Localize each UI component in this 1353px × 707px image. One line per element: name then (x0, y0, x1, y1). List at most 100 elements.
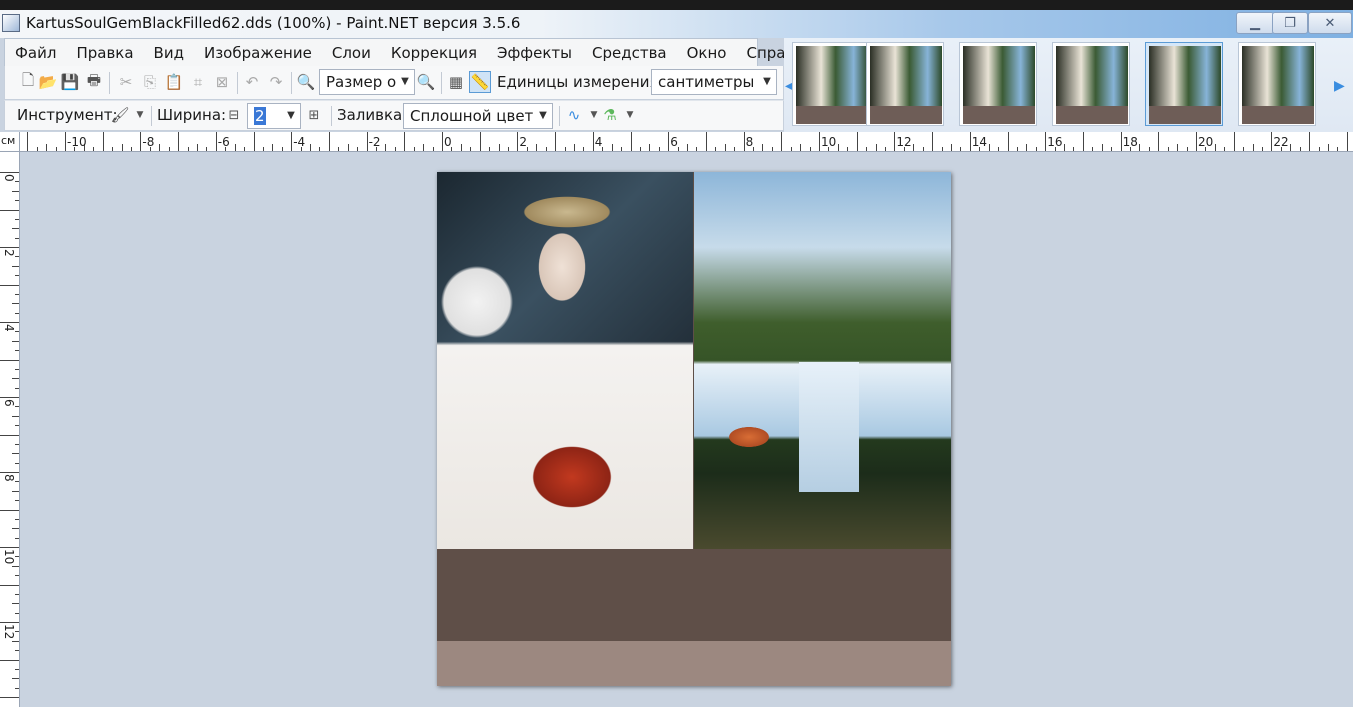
menu-layers[interactable]: Слои (322, 39, 381, 67)
image-thumbnail-active[interactable] (1145, 42, 1223, 126)
chevron-down-icon[interactable]: ▼ (619, 104, 641, 126)
scroll-right-icon[interactable]: ▶ (1334, 78, 1345, 94)
ruler-minor-tick (771, 147, 773, 151)
grid-icon[interactable]: ▦ (445, 71, 467, 93)
ruler-tick (1309, 132, 1311, 151)
ruler-tick (1271, 132, 1273, 151)
ruler-minor-tick (1101, 144, 1103, 151)
ruler-minor-tick (1073, 147, 1075, 151)
redo-icon[interactable]: ↷ (265, 71, 287, 93)
ruler-minor-tick (12, 490, 19, 492)
crop-icon[interactable]: ⌗ (187, 71, 209, 93)
new-file-icon[interactable]: 🗋 (17, 71, 39, 93)
ruler-minor-tick (1243, 147, 1245, 151)
cut-icon[interactable]: ✂ (115, 71, 137, 93)
ruler-minor-tick (15, 650, 19, 652)
menu-view[interactable]: Вид (144, 39, 194, 67)
units-select[interactable]: сантиметры ▼ (651, 69, 777, 95)
ruler-label: -10 (67, 135, 87, 149)
increase-icon[interactable]: ⊞ (303, 104, 325, 126)
ruler-minor-tick (15, 237, 19, 239)
rulers-toggle-icon[interactable]: 📏 (469, 71, 491, 93)
ruler-minor-tick (234, 144, 236, 151)
print-icon[interactable]: 🖶 (83, 71, 105, 93)
ruler-minor-tick (837, 144, 839, 151)
ruler-minor-tick (12, 565, 19, 567)
ruler-minor-tick (244, 147, 246, 151)
ruler-minor-tick (1177, 144, 1179, 151)
image-thumbnail[interactable] (959, 42, 1037, 126)
ruler-label: -8 (142, 135, 155, 149)
ruler-tick (65, 132, 66, 151)
ruler-label: -4 (293, 135, 306, 149)
app-icon[interactable] (2, 14, 20, 32)
minimize-button[interactable]: ▁ (1236, 12, 1274, 34)
ruler-tick (856, 132, 858, 151)
ruler-tick (1082, 132, 1084, 151)
deselect-icon[interactable]: ⊠ (211, 71, 233, 93)
maximize-button[interactable]: ❐ (1272, 12, 1308, 34)
brush-icon[interactable]: 🖌 (109, 104, 131, 126)
menu-image[interactable]: Изображение (194, 39, 322, 67)
menu-file[interactable]: Файл (5, 39, 66, 67)
ruler-label: 8 (2, 474, 16, 482)
canvas-dark-band (437, 549, 951, 641)
menu-window[interactable]: Окно (677, 39, 737, 67)
chevron-down-icon: ▼ (534, 104, 552, 128)
main-toolbar: 🗋 📂 💾 🖶 ✂ ⎘ 📋 ⌗ ⊠ ↶ ↷ 🔍 Размер ок ▼ 🔍 ▦ … (4, 66, 784, 100)
alpha-blending-icon[interactable]: ⚗ (599, 104, 621, 126)
close-icon: ✕ (1324, 15, 1336, 31)
fill-select[interactable]: Сплошной цвет ▼ (403, 103, 553, 129)
ruler-minor-tick (489, 147, 491, 151)
decrease-icon[interactable]: ⊟ (223, 104, 245, 126)
ruler-tick (328, 132, 330, 151)
ruler-tick (404, 132, 406, 151)
ruler-minor-tick (649, 144, 651, 151)
ruler-minor-tick (432, 147, 434, 151)
close-button[interactable]: ✕ (1308, 12, 1352, 34)
paste-icon[interactable]: 📋 (163, 71, 185, 93)
ruler-tick (215, 132, 217, 151)
ruler-label: 2 (519, 135, 528, 149)
ruler-minor-tick (15, 350, 19, 352)
zoom-in-icon[interactable]: 🔍 (415, 71, 437, 93)
chevron-down-icon[interactable]: ▼ (129, 104, 151, 126)
copy-icon[interactable]: ⎘ (139, 71, 161, 93)
undo-icon[interactable]: ↶ (241, 71, 263, 93)
ruler-minor-tick (715, 147, 717, 151)
ruler-minor-tick (130, 147, 132, 151)
ruler-tick (27, 132, 29, 151)
image-thumbnail[interactable] (792, 42, 870, 126)
ruler-minor-tick (460, 144, 462, 151)
ruler-minor-tick (12, 453, 19, 455)
menu-effects[interactable]: Эффекты (487, 39, 582, 67)
width-input[interactable]: 2 ▼ (247, 103, 301, 129)
ruler-minor-tick (168, 147, 170, 151)
zoom-select[interactable]: Размер ок ▼ (319, 69, 415, 95)
image-canvas[interactable] (437, 172, 951, 686)
ruler-minor-tick (998, 147, 1000, 151)
ruler-minor-tick (15, 293, 19, 295)
save-icon[interactable]: 💾 (59, 71, 81, 93)
portrait-image-panel (437, 172, 693, 549)
menu-adjustments[interactable]: Коррекция (381, 39, 487, 67)
menu-edit[interactable]: Правка (66, 39, 143, 67)
horizontal-ruler: -10 -8 -6 -4 -2 0 2 4 6 8 10 12 14 16 18 20 22 (0, 132, 1353, 152)
zoom-out-icon[interactable]: 🔍 (295, 71, 317, 93)
image-thumbnail[interactable] (866, 42, 944, 126)
tool-label: Инструмент: (17, 106, 118, 124)
open-file-icon[interactable]: 📂 (37, 71, 59, 93)
image-thumbnail[interactable] (1052, 42, 1130, 126)
ruler-minor-tick (423, 144, 425, 151)
ruler-minor-tick (847, 147, 849, 151)
antialiasing-icon[interactable]: ∿ (563, 104, 585, 126)
tool-options-toolbar: Инструмент: 🖌 ▼ Ширина: ⊟ 2 ▼ ⊞ Заливка:… (4, 100, 784, 131)
ruler-minor-tick (1092, 147, 1094, 151)
ruler-minor-tick (12, 528, 19, 530)
menu-utilities[interactable]: Средства (582, 39, 677, 67)
ruler-label: 10 (821, 135, 837, 149)
ruler-tick (1158, 132, 1160, 151)
image-thumbnail[interactable] (1238, 42, 1316, 126)
ruler-minor-tick (12, 378, 19, 380)
ruler-minor-tick (1148, 147, 1150, 151)
